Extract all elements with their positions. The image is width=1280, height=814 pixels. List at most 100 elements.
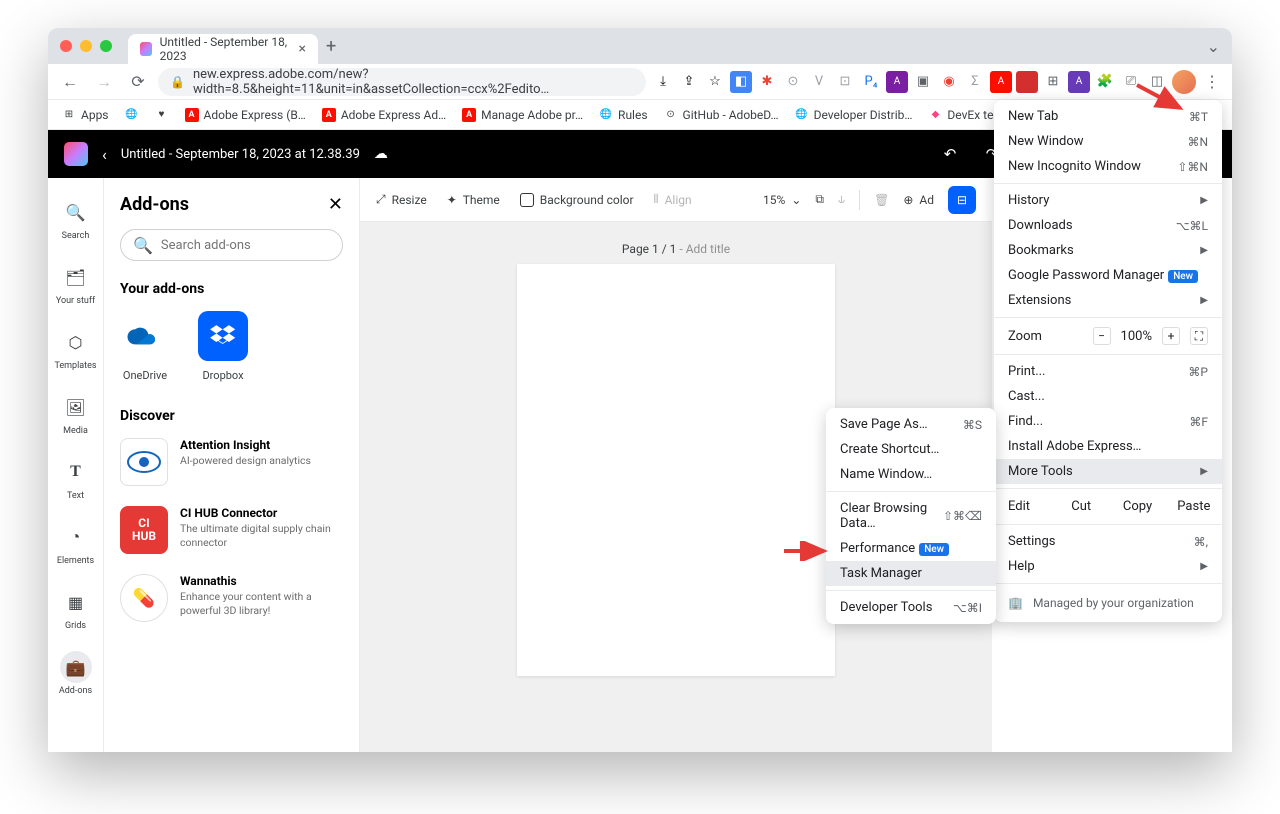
cloud-sync-icon[interactable]: ☁ — [374, 146, 388, 162]
close-tab-icon[interactable]: × — [299, 41, 306, 57]
bookmark-item[interactable]: AAdobe Express Ad… — [316, 105, 452, 125]
addon-dropbox[interactable]: Dropbox — [198, 311, 248, 382]
menu-history[interactable]: History▶ — [994, 188, 1222, 213]
ext-icon-9[interactable]: ◉ — [938, 71, 960, 93]
bookmark-item[interactable]: 🌐Developer Distrib… — [789, 105, 919, 125]
fullscreen-button[interactable]: ⛶ — [1190, 327, 1208, 345]
rail-search[interactable]: 🔍Search — [52, 188, 100, 249]
bookmark-item[interactable]: 🌐 — [119, 105, 145, 125]
minimize-window-button[interactable] — [80, 40, 92, 52]
ext-icon-11[interactable]: A — [990, 71, 1012, 93]
menu-bookmarks[interactable]: Bookmarks▶ — [994, 238, 1222, 263]
submenu-dev-tools[interactable]: Developer Tools⌥⌘I — [826, 595, 996, 620]
rail-grids[interactable]: ▦Grids — [52, 578, 100, 639]
rail-media[interactable]: 🖼Media — [52, 383, 100, 444]
rail-your-stuff[interactable]: 🗂Your stuff — [52, 253, 100, 314]
theme-button[interactable]: ✦Theme — [447, 193, 500, 207]
browser-tab[interactable]: Untitled - September 18, 2023 × — [128, 34, 318, 64]
close-window-button[interactable] — [60, 40, 72, 52]
adobe-express-logo[interactable] — [64, 142, 88, 166]
back-button[interactable]: ← — [56, 68, 84, 96]
submenu-performance[interactable]: PerformanceNew — [826, 536, 996, 561]
submenu-clear-browsing[interactable]: Clear Browsing Data…⇧⌘⌫ — [826, 496, 996, 536]
submenu-task-manager[interactable]: Task Manager — [826, 561, 996, 586]
menu-managed[interactable]: 🏢Managed by your organization — [994, 588, 1222, 618]
new-tab-button[interactable]: + — [326, 36, 336, 57]
menu-help[interactable]: Help▶ — [994, 554, 1222, 579]
menu-extensions[interactable]: Extensions▶ — [994, 288, 1222, 313]
discover-cihub[interactable]: CIHUB CI HUB Connector The ultimate digi… — [120, 506, 343, 554]
ext-icon-1[interactable]: ◧ — [730, 71, 752, 93]
page-indicator[interactable]: Page 1 / 1 - Add title — [622, 242, 730, 256]
submenu-create-shortcut[interactable]: Create Shortcut… — [826, 437, 996, 462]
close-panel-icon[interactable]: ✕ — [328, 194, 343, 215]
menu-find[interactable]: Find...⌘F — [994, 409, 1222, 434]
resize-button[interactable]: ⤢Resize — [376, 192, 427, 207]
zoom-in-button[interactable]: + — [1162, 327, 1180, 345]
discover-wannathis[interactable]: 💊 Wannathis Enhance your content with a … — [120, 574, 343, 622]
back-icon[interactable]: ‹ — [102, 145, 107, 164]
duplicate-icon[interactable]: ⧉ — [815, 192, 824, 207]
tabs-dropdown-icon[interactable]: ⌄ — [1207, 37, 1220, 56]
menu-downloads[interactable]: Downloads⌥⌘L — [994, 213, 1222, 238]
chrome-menu-button[interactable]: ⋮ — [1200, 70, 1224, 94]
menu-print[interactable]: Print...⌘P — [994, 359, 1222, 384]
reload-button[interactable]: ⟳ — [124, 68, 152, 96]
install-icon[interactable]: ⤓ — [652, 71, 674, 93]
canvas-page[interactable] — [517, 264, 835, 676]
control-icon[interactable]: ⎚ — [1120, 71, 1142, 93]
bookmark-item[interactable]: AManage Adobe pr… — [456, 105, 589, 125]
dropbox-addon-icon[interactable]: ⊟ — [948, 186, 976, 214]
menu-cast[interactable]: Cast... — [994, 384, 1222, 409]
add-page-button[interactable]: ⊕Ad — [903, 193, 934, 207]
ext-icon-10[interactable]: Σ — [964, 71, 986, 93]
menu-copy[interactable]: Copy — [1109, 493, 1165, 520]
bookmark-item[interactable]: AAdobe Express (B… — [179, 105, 312, 125]
menu-paste[interactable]: Paste — [1166, 493, 1222, 520]
forward-button[interactable]: → — [90, 68, 118, 96]
rail-elements[interactable]: ◔Elements — [52, 513, 100, 574]
menu-new-window[interactable]: New Window⌘N — [994, 129, 1222, 154]
addon-search[interactable]: 🔍 — [120, 229, 343, 261]
ext-icon-4[interactable]: V — [808, 71, 830, 93]
maximize-window-button[interactable] — [100, 40, 112, 52]
share-icon[interactable]: ⇪ — [678, 71, 700, 93]
rail-templates[interactable]: ⬡Templates — [52, 318, 100, 379]
menu-new-tab[interactable]: New Tab⌘T — [994, 104, 1222, 129]
addon-onedrive[interactable]: OneDrive — [120, 311, 170, 382]
ext-icon-7[interactable]: A — [886, 71, 908, 93]
submenu-name-window[interactable]: Name Window… — [826, 462, 996, 487]
menu-cut[interactable]: Cut — [1053, 493, 1109, 520]
bookmark-item[interactable]: ♥ — [149, 105, 175, 125]
ext-icon-5[interactable]: ⊡ — [834, 71, 856, 93]
star-icon[interactable]: ☆ — [704, 71, 726, 93]
rail-text[interactable]: TText — [52, 448, 100, 509]
ext-icon-8[interactable]: ▣ — [912, 71, 934, 93]
ext-icon-3[interactable]: ⊙ — [782, 71, 804, 93]
menu-settings[interactable]: Settings⌘, — [994, 529, 1222, 554]
submenu-save-page[interactable]: Save Page As…⌘S — [826, 412, 996, 437]
ext-icon-2[interactable]: ✱ — [756, 71, 778, 93]
ext-icon-12[interactable] — [1016, 71, 1038, 93]
bookmark-item[interactable]: ⊙GitHub - AdobeD… — [658, 105, 785, 125]
ext-icon-14[interactable]: A — [1068, 71, 1090, 93]
document-title[interactable]: Untitled - September 18, 2023 at 12.38.3… — [121, 147, 360, 162]
menu-more-tools[interactable]: More Tools▶ — [994, 459, 1222, 484]
discover-attention-insight[interactable]: Attention Insight AI-powered design anal… — [120, 438, 343, 486]
zoom-out-button[interactable]: − — [1093, 327, 1111, 345]
apps-shortcut[interactable]: ⊞Apps — [56, 105, 115, 125]
extensions-icon[interactable]: 🧩 — [1094, 71, 1116, 93]
menu-gpm[interactable]: Google Password ManagerNew — [994, 263, 1222, 288]
menu-install[interactable]: Install Adobe Express… — [994, 434, 1222, 459]
bookmark-item[interactable]: 🌐Rules — [593, 105, 653, 125]
bgcolor-button[interactable]: Background color — [520, 193, 634, 207]
rail-addons[interactable]: 💼Add-ons — [52, 643, 100, 704]
ext-icon-13[interactable]: ⊞ — [1042, 71, 1064, 93]
search-input[interactable] — [161, 238, 330, 253]
undo-icon[interactable]: ↶ — [936, 140, 964, 168]
menu-new-incognito[interactable]: New Incognito Window⇧⌘N — [994, 154, 1222, 179]
address-bar[interactable]: 🔒 new.express.adobe.com/new?width=8.5&he… — [158, 68, 646, 96]
profile-avatar[interactable] — [1172, 70, 1196, 94]
ext-icon-6[interactable]: P₄ — [860, 71, 882, 93]
zoom-dropdown[interactable]: 15%⌄ — [763, 193, 801, 207]
